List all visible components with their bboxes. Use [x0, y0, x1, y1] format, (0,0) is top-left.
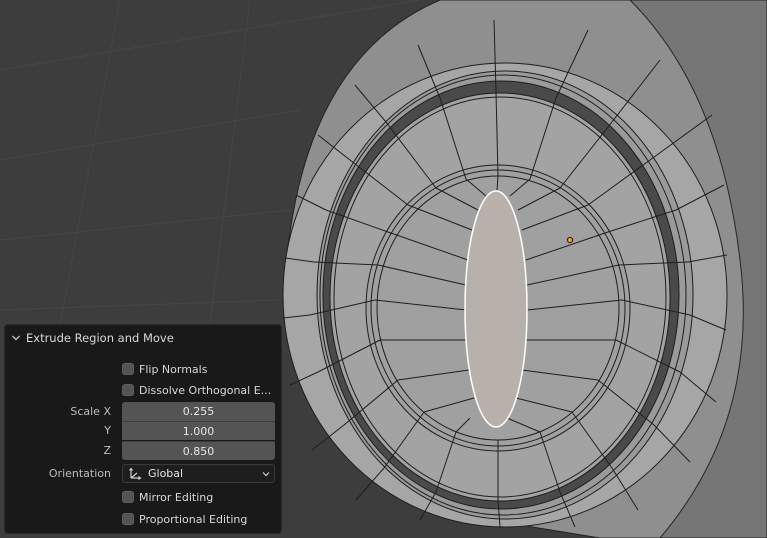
mirror-editing-label[interactable]: Mirror Editing — [139, 491, 213, 504]
dissolve-orthogonal-row: Dissolve Orthogonal E... — [5, 380, 281, 400]
flip-normals-checkbox[interactable] — [122, 363, 134, 375]
origin-point — [566, 236, 574, 244]
dissolve-orthogonal-checkbox[interactable] — [122, 384, 134, 396]
operator-panel: Extrude Region and Move Flip Normals Dis… — [4, 324, 282, 534]
scale-z-row: Z 0.850 — [5, 441, 281, 461]
global-axes-icon — [129, 467, 142, 480]
mirror-editing-checkbox[interactable] — [122, 491, 134, 503]
operator-title: Extrude Region and Move — [26, 331, 174, 345]
mirror-editing-row: Mirror Editing — [5, 487, 281, 507]
selected-face[interactable] — [464, 190, 528, 428]
scale-y-label: Y — [104, 424, 111, 437]
flip-normals-label[interactable]: Flip Normals — [139, 363, 207, 376]
scale-x-row: Scale X 0.255 — [5, 402, 281, 422]
orientation-dropdown[interactable]: Global — [122, 464, 275, 483]
flip-normals-row: Flip Normals — [5, 359, 281, 379]
operator-panel-header[interactable]: Extrude Region and Move — [5, 325, 281, 351]
scale-y-row: Y 1.000 — [5, 421, 281, 441]
proportional-editing-checkbox[interactable] — [122, 513, 134, 525]
chevron-down-icon — [12, 335, 20, 341]
scale-z-field[interactable]: 0.850 — [122, 441, 275, 460]
chevron-down-icon — [262, 471, 270, 476]
scale-x-label: Scale X — [70, 405, 111, 418]
scale-y-field[interactable]: 1.000 — [122, 421, 275, 440]
scale-x-field[interactable]: 0.255 — [122, 402, 275, 421]
orientation-label: Orientation — [48, 467, 111, 480]
scale-z-label: Z — [103, 444, 111, 457]
proportional-editing-row: Proportional Editing — [5, 509, 281, 529]
orientation-value: Global — [148, 467, 184, 480]
proportional-editing-label[interactable]: Proportional Editing — [139, 513, 247, 526]
dissolve-orthogonal-label[interactable]: Dissolve Orthogonal E... — [139, 384, 271, 397]
orientation-row: Orientation Global — [5, 464, 281, 484]
